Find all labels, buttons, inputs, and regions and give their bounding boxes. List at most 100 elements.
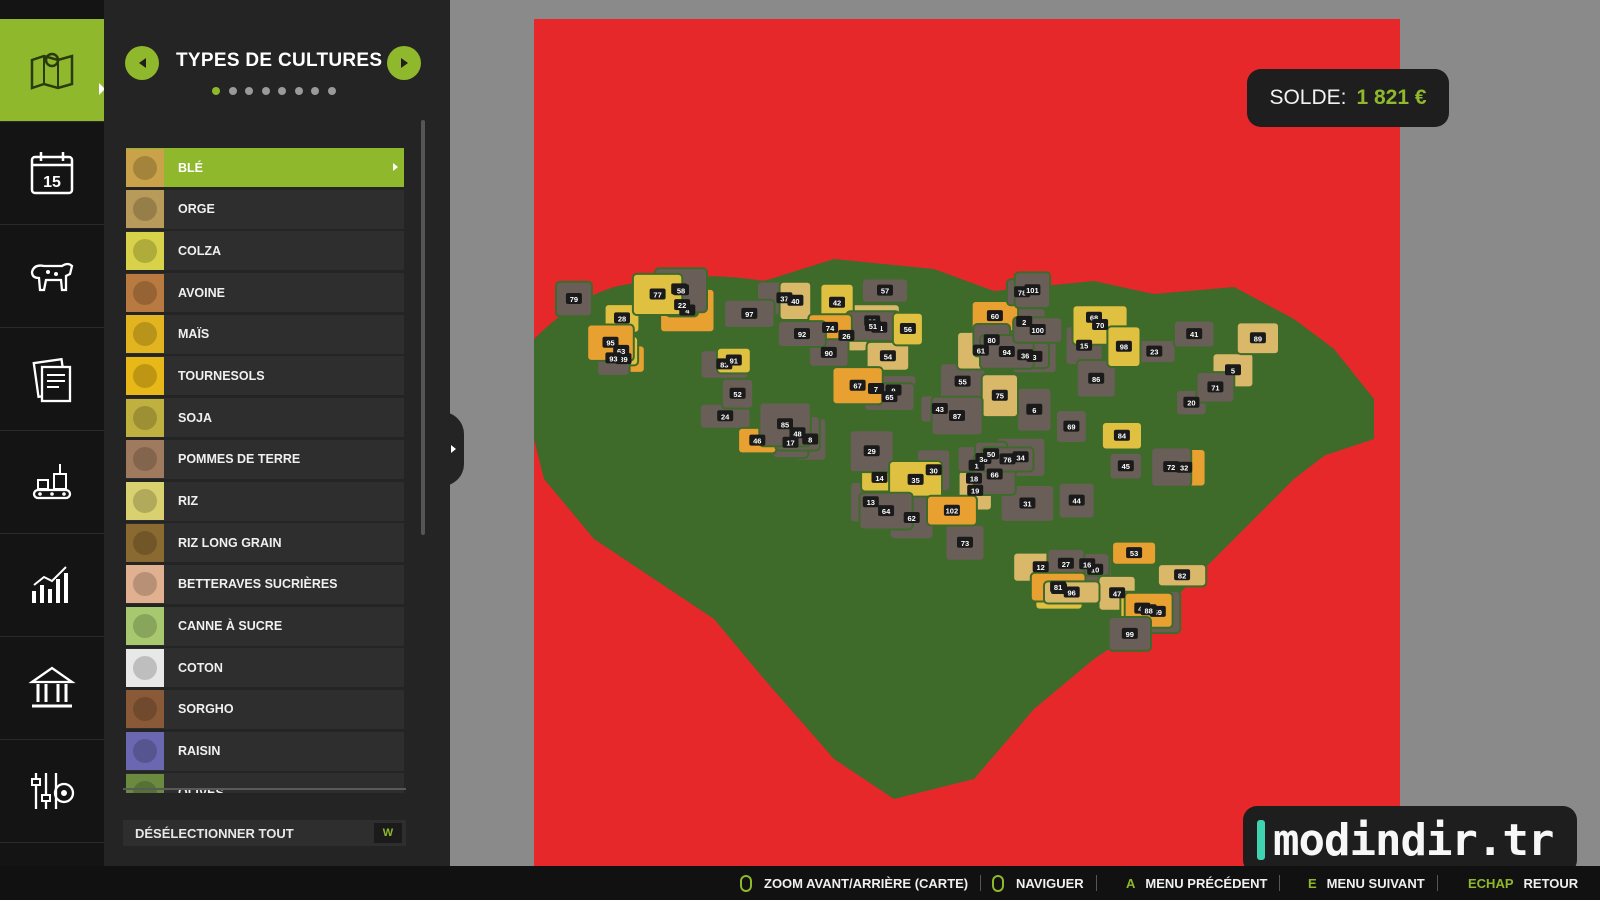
field-number: 92 [798, 330, 806, 339]
field-number: 70 [1096, 321, 1104, 330]
hint-zoom[interactable]: ZOOM AVANT/ARRIÈRE (CARTE) [740, 866, 982, 900]
page-dot[interactable] [261, 87, 270, 95]
page-dot[interactable] [245, 87, 253, 95]
crop-row[interactable]: COTON [126, 648, 404, 688]
page-dot[interactable] [327, 87, 336, 95]
crop-row[interactable]: TOURNESOLS [126, 356, 404, 396]
hint-back[interactable]: ECHAP RETOUR [1468, 866, 1578, 900]
crop-row[interactable]: RIZ LONG GRAIN [126, 523, 404, 563]
long-grain-rice-icon [126, 523, 164, 562]
hint-navigate[interactable]: NAVIGUER [992, 866, 1097, 900]
production-icon [32, 464, 72, 500]
field-number: 73 [961, 539, 969, 548]
field-number: 54 [884, 352, 893, 361]
field-number: 6 [1032, 406, 1036, 415]
page-dot[interactable] [294, 87, 303, 95]
hint-zoom-label: ZOOM AVANT/ARRIÈRE (CARTE) [764, 875, 969, 891]
crop-label: CANNE À SUCRE [178, 619, 283, 634]
field-number: 30 [930, 466, 938, 475]
crop-row[interactable]: ORGE [126, 189, 404, 229]
field-number: 60 [991, 312, 999, 321]
rail-item-settings[interactable] [0, 740, 104, 843]
back-key: ECHAP [1468, 875, 1514, 891]
watermark-bar [1257, 820, 1265, 860]
statistics-icon [32, 566, 68, 603]
hint-previous-menu[interactable]: A MENU PRÉCÉDENT [1126, 866, 1281, 900]
finance-icon [28, 666, 76, 708]
field-number: 20 [1187, 399, 1195, 408]
crop-row[interactable]: SORGHO [126, 689, 404, 729]
crop-row[interactable]: MAÏS [126, 314, 404, 354]
field-number: 42 [833, 299, 841, 308]
field-number: 32 [1180, 464, 1188, 473]
crop-row[interactable]: COLZA [126, 231, 404, 271]
field-number: 27 [1062, 560, 1070, 569]
settings-icon [31, 773, 75, 809]
rail-item-contracts[interactable] [0, 328, 104, 431]
field-number: 34 [1016, 453, 1025, 462]
crop-label: ORGE [178, 202, 215, 217]
farm-map[interactable]: 1234567891011121314151617181920212223242… [534, 19, 1400, 866]
crop-label: COTON [178, 660, 223, 675]
deselect-all-button[interactable]: DÉSÉLECTIONNER TOUT W [123, 820, 406, 846]
rail-item-animals[interactable] [0, 225, 104, 328]
mouse-wheel-icon [740, 874, 752, 892]
crop-row[interactable]: CANNE À SUCRE [126, 606, 404, 646]
field-number: 45 [1122, 462, 1130, 471]
field-number: 5 [1231, 366, 1235, 375]
soybean-icon [126, 398, 164, 437]
crop-row[interactable]: RAISIN [126, 731, 404, 771]
field-number: 52 [733, 390, 741, 399]
back-label: RETOUR [1523, 875, 1579, 891]
rail-item-finance[interactable] [0, 637, 104, 740]
field-number: 65 [885, 393, 893, 402]
map-canvas: 1234567891011121314151617181920212223242… [534, 259, 1374, 799]
crop-list-scrollbar[interactable] [421, 120, 425, 535]
crop-label: AVOINE [178, 285, 225, 300]
field-number: 96 [1068, 589, 1076, 598]
rail-item-map[interactable] [0, 19, 105, 122]
page-indicator [212, 87, 336, 95]
field-number: 56 [904, 325, 912, 334]
field-number: 51 [869, 322, 877, 331]
field-number: 8 [808, 436, 812, 445]
field-number: 74 [826, 324, 835, 333]
field-number: 35 [911, 476, 919, 485]
crop-row[interactable]: BETTERAVES SUCRIÈRES [126, 564, 404, 604]
rail-item-calendar[interactable]: 15 [0, 122, 104, 225]
hint-next-menu[interactable]: E MENU SUIVANT [1308, 866, 1438, 900]
field-number: 57 [881, 287, 889, 296]
crop-label: RIZ [178, 494, 199, 508]
field-number: 67 [853, 382, 861, 391]
next-page-button[interactable] [387, 46, 421, 80]
field-number: 12 [1037, 563, 1045, 572]
collapse-panel-button[interactable] [442, 412, 464, 486]
field-number: 86 [1092, 375, 1100, 384]
crop-row[interactable]: RIZ [126, 481, 404, 521]
page-dot[interactable] [228, 87, 237, 95]
wheat-icon [126, 148, 164, 187]
rail-item-statistics[interactable] [0, 534, 104, 637]
page-dot[interactable] [278, 87, 286, 95]
field-number: 93 [609, 354, 617, 363]
crop-row[interactable]: POMMES DE TERRE [126, 439, 404, 479]
mouse-icon [992, 874, 1004, 892]
crop-row[interactable]: BLÉ [126, 148, 404, 187]
field-number: 62 [908, 514, 916, 523]
field-number: 44 [1073, 497, 1082, 506]
crop-row[interactable]: OLIVES [126, 773, 404, 793]
field-number: 16 [1083, 560, 1091, 569]
potato-icon [126, 440, 164, 479]
previous-page-button[interactable] [125, 46, 159, 80]
field-number: 79 [570, 295, 578, 304]
crop-row[interactable]: SOJA [126, 398, 404, 438]
page-dot[interactable] [212, 87, 220, 95]
field-number: 90 [825, 349, 833, 358]
field-number: 23 [1150, 348, 1158, 357]
input-hints-bar: ZOOM AVANT/ARRIÈRE (CARTE) NAVIGUER A ME… [0, 866, 1600, 900]
page-dot[interactable] [311, 87, 319, 95]
crop-label: SOJA [178, 410, 213, 425]
rail-item-production[interactable] [0, 431, 104, 534]
field-number: 17 [786, 439, 794, 448]
crop-row[interactable]: AVOINE [126, 273, 404, 313]
